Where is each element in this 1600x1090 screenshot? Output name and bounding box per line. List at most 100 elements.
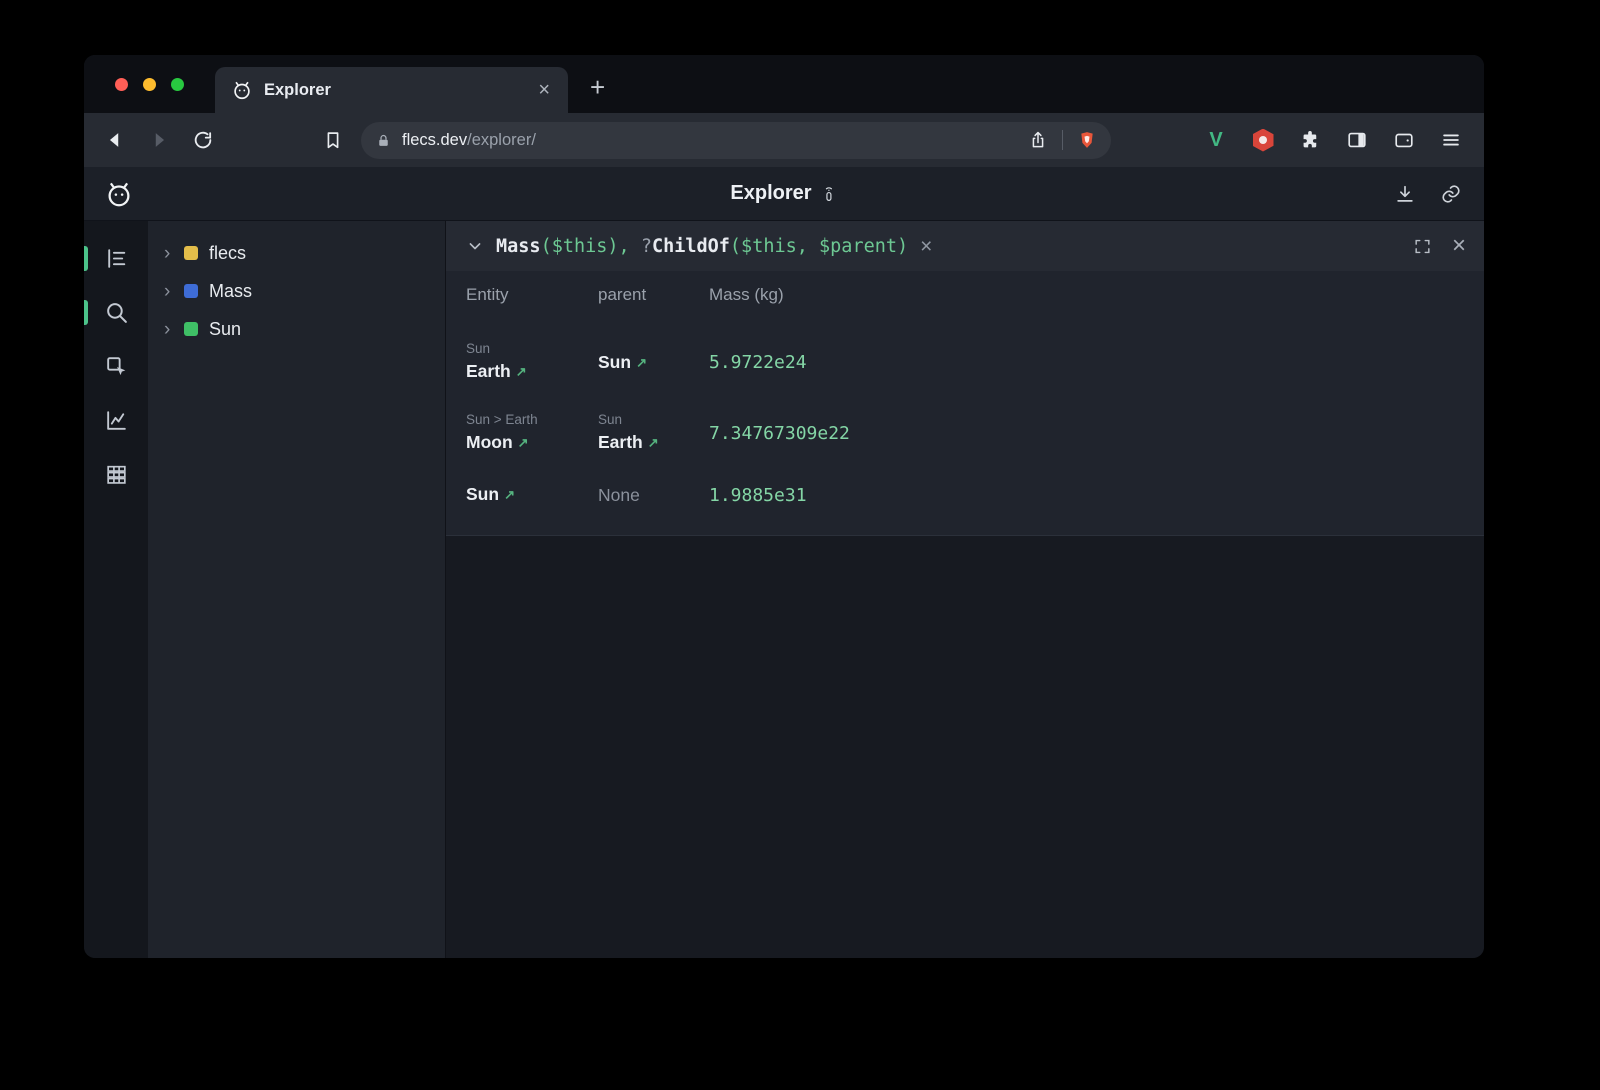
chevron-right-icon[interactable]: › bbox=[164, 282, 178, 301]
chevron-down-icon[interactable] bbox=[464, 235, 486, 257]
active-indicator bbox=[84, 300, 88, 325]
mass-value: 1.9885e31 bbox=[709, 485, 1484, 506]
entity-tree-panel: › flecs › Mass › Sun bbox=[148, 221, 445, 958]
tree-item-flecs[interactable]: › flecs bbox=[148, 234, 445, 272]
sidebar-rail bbox=[84, 221, 148, 958]
active-indicator bbox=[84, 246, 88, 271]
table-row: Sun > Earth Moon ↗ Sun Earth ↗ 7.34767309e… bbox=[466, 398, 1484, 469]
table-header-row: Entity parent Mass (kg) bbox=[446, 271, 1484, 318]
query-expression[interactable]: Mass($this), ?ChildOf($this, $parent) bbox=[496, 236, 908, 257]
query-segment: ? bbox=[641, 236, 652, 257]
brave-shields-icon[interactable] bbox=[1073, 126, 1101, 154]
forward-button[interactable] bbox=[144, 125, 174, 155]
url-path: /explorer/ bbox=[467, 131, 536, 149]
close-window-button[interactable] bbox=[115, 78, 128, 91]
mass-value: 7.34767309e22 bbox=[709, 423, 1484, 444]
entity-parent-path: Sun bbox=[466, 339, 598, 358]
extensions-puzzle-icon[interactable] bbox=[1297, 127, 1323, 153]
wallet-icon[interactable] bbox=[1391, 127, 1417, 153]
parent-parent-path: Sun bbox=[598, 410, 709, 429]
reload-button[interactable] bbox=[188, 125, 218, 155]
tree-item-label: Sun bbox=[209, 319, 241, 340]
open-entity-arrow-icon: ↗ bbox=[516, 364, 527, 379]
flecs-logo-icon[interactable] bbox=[104, 179, 134, 209]
query-header: Mass($this), ?ChildOf($this, $parent) × … bbox=[446, 221, 1484, 271]
column-header-entity: Entity bbox=[466, 285, 598, 305]
browser-window: Explorer × + bbox=[84, 55, 1484, 958]
entity-name[interactable]: Moon bbox=[466, 432, 513, 452]
tree-item-sun[interactable]: › Sun bbox=[148, 310, 445, 348]
entity-link[interactable]: Sun↗ bbox=[466, 481, 598, 509]
download-icon[interactable] bbox=[1392, 181, 1418, 207]
tab-title: Explorer bbox=[264, 81, 534, 100]
app-header: Explorer bbox=[84, 167, 1484, 221]
open-entity-arrow-icon: ↗ bbox=[636, 355, 647, 370]
query-clear-icon[interactable]: × bbox=[920, 236, 932, 257]
entity-cell: Sun > Earth Moon ↗ bbox=[466, 410, 598, 457]
parent-none-value: None bbox=[598, 482, 709, 508]
address-bar[interactable]: flecs.dev/explorer/ bbox=[361, 122, 1111, 159]
tree-item-label: Mass bbox=[209, 281, 252, 302]
sidebar-search-icon[interactable] bbox=[103, 299, 130, 326]
open-entity-arrow-icon: ↗ bbox=[518, 435, 529, 450]
vue-devtools-icon[interactable]: V bbox=[1203, 127, 1229, 153]
parent-link[interactable]: Earth ↗ bbox=[598, 429, 709, 457]
entity-name[interactable]: Earth bbox=[466, 361, 511, 381]
sidebar-stats-icon[interactable] bbox=[103, 407, 130, 434]
window-controls bbox=[115, 55, 184, 113]
table-body: Sun Earth ↗ Sun ↗ 5.9722e24 bbox=[446, 318, 1484, 535]
close-panel-icon[interactable]: × bbox=[1452, 234, 1466, 258]
entity-color-swatch bbox=[184, 322, 198, 336]
parent-name[interactable]: Sun bbox=[598, 352, 631, 372]
chevron-right-icon[interactable]: › bbox=[164, 320, 178, 339]
tab-close-icon[interactable]: × bbox=[534, 78, 554, 102]
query-results-table: Entity parent Mass (kg) Sun Earth ↗ bbox=[446, 271, 1484, 536]
entity-parent-path: Sun > Earth bbox=[466, 410, 598, 429]
extension-hexagon-icon[interactable] bbox=[1250, 127, 1276, 153]
parent-name[interactable]: Earth bbox=[598, 432, 643, 452]
app-title: Explorer bbox=[730, 182, 811, 205]
column-header-mass: Mass (kg) bbox=[709, 285, 1484, 305]
header-actions bbox=[1392, 181, 1464, 207]
query-segment: ($this, $parent) bbox=[730, 236, 908, 257]
parent-link[interactable]: Sun ↗ bbox=[598, 349, 709, 377]
sidebar-tables-icon[interactable] bbox=[103, 461, 130, 488]
query-actions: × bbox=[1411, 234, 1466, 258]
flecs-favicon-icon bbox=[231, 79, 253, 101]
entity-cell: Sun↗ bbox=[466, 481, 598, 509]
remote-connection-icon[interactable] bbox=[821, 184, 838, 204]
new-tab-button[interactable]: + bbox=[590, 74, 605, 100]
app-body: › flecs › Mass › Sun bbox=[84, 221, 1484, 958]
browser-tab-explorer[interactable]: Explorer × bbox=[215, 67, 568, 113]
tree-item-mass[interactable]: › Mass bbox=[148, 272, 445, 310]
query-panel: Mass($this), ?ChildOf($this, $parent) × … bbox=[445, 221, 1484, 958]
desktop-background: Explorer × + bbox=[0, 0, 1600, 1090]
module-color-swatch bbox=[184, 246, 198, 260]
bookmark-icon[interactable] bbox=[318, 125, 348, 155]
fullscreen-window-button[interactable] bbox=[171, 78, 184, 91]
divider bbox=[1062, 130, 1063, 150]
share-icon[interactable] bbox=[1024, 126, 1052, 154]
back-button[interactable] bbox=[100, 125, 130, 155]
mass-value: 5.9722e24 bbox=[709, 352, 1484, 373]
browser-toolbar: flecs.dev/explorer/ V bbox=[84, 113, 1484, 167]
flecs-explorer-app: Explorer bbox=[84, 167, 1484, 958]
parent-cell: Sun ↗ bbox=[598, 349, 709, 377]
chevron-right-icon[interactable]: › bbox=[164, 244, 178, 263]
url-domain: flecs.dev bbox=[402, 131, 467, 149]
sidebar-tree-icon[interactable] bbox=[103, 245, 130, 272]
entity-link[interactable]: Earth ↗ bbox=[466, 358, 598, 386]
sidebar-toggle-icon[interactable] bbox=[1344, 127, 1370, 153]
entity-cell: Sun Earth ↗ bbox=[466, 339, 598, 386]
open-entity-arrow-icon: ↗ bbox=[648, 435, 659, 450]
entity-name[interactable]: Sun bbox=[466, 484, 499, 504]
extensions-cluster: V bbox=[1203, 127, 1468, 153]
minimize-window-button[interactable] bbox=[143, 78, 156, 91]
expand-fullscreen-icon[interactable] bbox=[1411, 234, 1435, 258]
entity-link[interactable]: Moon ↗ bbox=[466, 429, 598, 457]
lock-icon bbox=[375, 132, 392, 149]
menu-hamburger-icon[interactable] bbox=[1438, 127, 1464, 153]
share-link-icon[interactable] bbox=[1438, 181, 1464, 207]
tree-item-label: flecs bbox=[209, 243, 246, 264]
sidebar-inspect-icon[interactable] bbox=[103, 353, 130, 380]
